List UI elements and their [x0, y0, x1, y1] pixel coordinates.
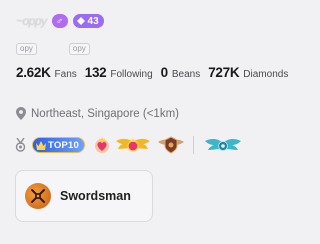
fans-label[interactable]: Fans — [55, 69, 77, 80]
gender-badge: ♂ — [51, 14, 68, 28]
family-name: Swordsman — [60, 189, 131, 203]
beans-label[interactable]: Beans — [172, 69, 200, 80]
location-pin-icon — [16, 107, 26, 120]
honors-row[interactable]: TOP10 — [15, 134, 241, 156]
family-card[interactable]: Swordsman — [15, 170, 153, 222]
location-text: Northeast, Singapore (<1km) — [31, 107, 179, 120]
diamonds-count[interactable]: 727K — [208, 65, 239, 80]
location-row: Northeast, Singapore (<1km) — [16, 107, 179, 120]
golden-wings-icon — [115, 138, 150, 152]
following-label[interactable]: Following — [110, 69, 152, 80]
swordsman-emblem-icon — [25, 183, 51, 209]
username-row: ~oppy ♂ 43 — [16, 14, 104, 28]
crown-badge-icon — [36, 140, 46, 150]
copy-id-button-secondary[interactable]: opy — [68, 43, 90, 55]
fans-count[interactable]: 2.62K — [16, 65, 51, 80]
top10-badge[interactable]: TOP10 — [32, 137, 85, 153]
username: ~oppy — [16, 14, 47, 28]
level-value: 43 — [87, 15, 99, 27]
copy-id-button[interactable]: opy — [16, 43, 37, 55]
blue-wings-icon — [204, 138, 241, 151]
medal-icon — [15, 138, 26, 152]
top10-label: TOP10 — [48, 139, 79, 151]
honors-divider — [192, 136, 194, 154]
diamond-icon — [76, 17, 85, 25]
emblem-badge-icon — [157, 136, 184, 154]
level-badge: 43 — [72, 14, 104, 28]
beans-count[interactable]: 0 — [161, 65, 169, 80]
following-count[interactable]: 132 — [85, 65, 107, 80]
heart-badge-icon — [94, 137, 109, 153]
diamonds-label[interactable]: Diamonds — [243, 69, 288, 80]
id-copy-row: opy opy — [16, 43, 90, 55]
stats-row: 2.62K Fans 132 Following 0 Beans 727K Di… — [16, 65, 296, 80]
